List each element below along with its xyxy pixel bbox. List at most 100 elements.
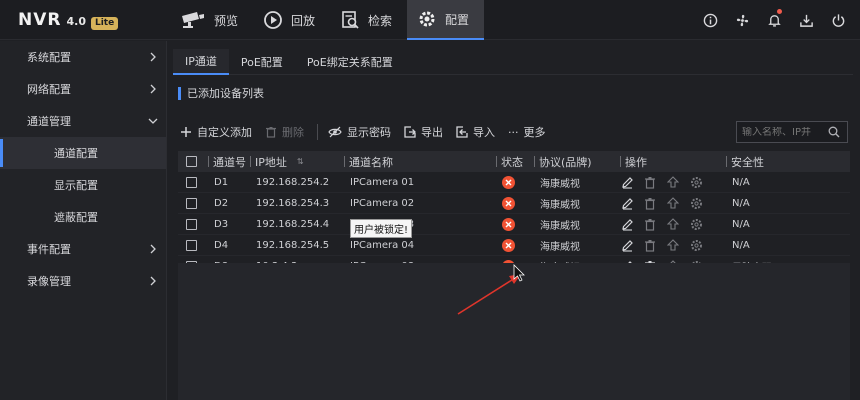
row-checkbox[interactable] [186,197,197,209]
trash-icon [266,127,276,138]
tab-ip-channel[interactable]: IP通道 [173,49,229,75]
status-error-icon[interactable] [502,217,515,231]
cell-protocol: 海康威视 [540,199,580,211]
trash-icon[interactable] [643,217,657,231]
export-button[interactable]: 导出 [404,124,443,140]
sidebar-item-mask-config[interactable]: 遮蔽配置 [0,201,166,233]
row-checkbox[interactable] [186,218,197,230]
bell-icon[interactable] [764,9,784,30]
header-status[interactable]: 状态 [501,154,523,170]
edit-icon[interactable] [620,238,634,252]
nav-preview-label: 预览 [214,13,239,28]
sort-icon[interactable]: ⇅ [297,157,304,166]
select-all-checkbox[interactable] [186,156,197,167]
cell-security: N/A [732,176,750,188]
cell-operations [620,238,726,252]
edit-icon[interactable] [620,196,634,210]
main-nav: 预览 回放 检索 配置 [170,0,485,40]
header-name[interactable]: 通道名称 [349,154,393,170]
trash-icon[interactable] [643,238,657,252]
export-label: 导出 [421,126,443,139]
cell-name: IPCamera 04 [350,239,415,251]
show-password-button[interactable]: 显示密码 [328,124,391,140]
tab-poe-config[interactable]: PoE配置 [229,49,295,75]
cell-operations [620,217,726,231]
upgrade-icon[interactable] [666,238,680,252]
main-content: IP通道 PoE配置 PoE绑定关系配置 已添加设备列表 自定义添加 删除 显示… [168,41,860,400]
tab-bar: IP通道 PoE配置 PoE绑定关系配置 [173,49,853,75]
cell-channel: D2 [214,197,229,209]
search-box [736,121,848,143]
error-tooltip: 用户被锁定! [350,219,413,238]
sidebar-item-channel-config[interactable]: 通道配置 [0,137,166,169]
settings-icon[interactable] [689,217,703,231]
header-ip[interactable]: IP地址 [255,154,287,170]
logo-name: NVR [18,10,62,30]
sidebar-item-label: 遮蔽配置 [54,211,98,224]
row-checkbox[interactable] [186,239,197,251]
trash-icon[interactable] [643,196,657,210]
fan-icon[interactable] [732,10,752,30]
more-dots-icon: ··· [508,125,519,139]
section-title-text: 已添加设备列表 [187,87,264,100]
cell-name: IPCamera 01 [350,176,415,188]
settings-icon[interactable] [689,196,703,210]
header-security[interactable]: 安全性 [731,154,764,170]
device-table: 通道号 IP地址 ⇅ 通道名称 状态 协议(品牌) 操作 安全性 D1 192.16… [178,151,850,277]
download-icon[interactable] [796,10,816,30]
sidebar-item-label: 通道管理 [27,115,71,128]
sidebar: 系统配置 网络配置 通道管理 通道配置 显示配置 遮蔽配置 事件配置 录像管理 [0,41,167,400]
header-operation: 操作 [625,155,647,169]
upgrade-icon[interactable] [666,217,680,231]
table-row[interactable]: D3192.168.254.4IPCamera 03海康威视N/A [178,214,850,235]
nav-config-label: 配置 [445,12,470,27]
import-label: 导入 [473,126,495,139]
nav-preview[interactable]: 预览 [170,0,253,40]
power-icon[interactable] [828,10,848,30]
sidebar-item-recording[interactable]: 录像管理 [0,265,166,297]
info-icon[interactable] [700,10,720,30]
more-button[interactable]: ··· 更多 [508,124,546,140]
eye-off-icon [328,126,342,138]
delete-button[interactable]: 删除 [265,124,304,140]
cell-channel: D1 [214,176,229,188]
sidebar-item-display-config[interactable]: 显示配置 [0,169,166,201]
nav-search[interactable]: 检索 [330,0,407,40]
chevron-right-icon [150,52,156,62]
upgrade-icon[interactable] [666,175,680,189]
search-input[interactable] [742,126,828,138]
cell-security: N/A [732,218,750,230]
nav-playback[interactable]: 回放 [253,0,330,40]
tab-poe-binding[interactable]: PoE绑定关系配置 [295,49,405,75]
camera-icon [180,11,206,29]
settings-icon[interactable] [689,175,703,189]
table-row[interactable]: D2 192.168.254.3 IPCamera 02 海康威视 N/A [178,193,850,214]
sidebar-item-system[interactable]: 系统配置 [0,41,166,73]
table-row[interactable]: D1 192.168.254.2 IPCamera 01 海康威视 N/A [178,172,850,193]
cell-protocol: 海康威视 [540,220,580,232]
status-error-icon[interactable] [502,175,515,189]
cell-ip: 192.168.254.2 [256,176,330,188]
edit-icon[interactable] [620,175,634,189]
header-protocol[interactable]: 协议(品牌) [539,154,592,170]
status-error-icon[interactable] [502,196,515,210]
sidebar-item-event[interactable]: 事件配置 [0,233,166,265]
trash-icon[interactable] [643,175,657,189]
sidebar-item-channel-mgmt[interactable]: 通道管理 [0,105,166,137]
status-error-icon[interactable] [502,238,515,252]
gear-icon [417,9,437,29]
logo-version: 4.0 [66,15,86,28]
import-button[interactable]: 导入 [456,124,495,140]
table-row[interactable]: D4 192.168.254.5 IPCamera 04 海康威视 N/A [178,235,850,256]
cell-name: IPCamera 02 [350,197,415,209]
nav-playback-label: 回放 [291,13,316,28]
sidebar-item-network[interactable]: 网络配置 [0,73,166,105]
header-channel[interactable]: 通道号 [213,154,246,170]
nav-config[interactable]: 配置 [407,0,485,40]
search-icon[interactable] [828,126,840,138]
edit-icon[interactable] [620,217,634,231]
upgrade-icon[interactable] [666,196,680,210]
row-checkbox[interactable] [186,176,197,188]
add-custom-button[interactable]: 自定义添加 [180,124,252,140]
settings-icon[interactable] [689,238,703,252]
